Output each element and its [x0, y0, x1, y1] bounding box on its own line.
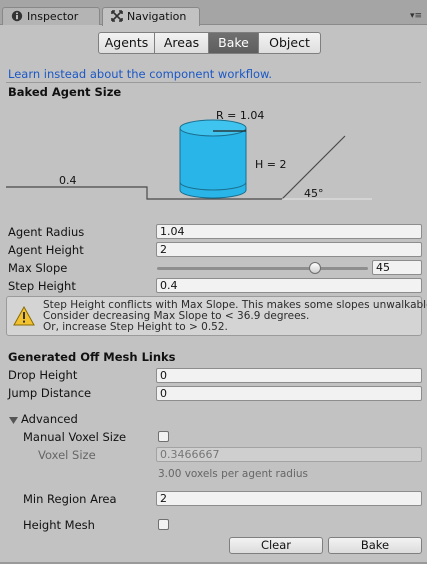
slope-label: 45° [304, 187, 324, 200]
step-height-label: 0.4 [59, 174, 77, 187]
mode-agents[interactable]: Agents [98, 32, 155, 54]
max-slope-field[interactable]: 45 [372, 260, 422, 275]
agent-size-diagram: R = 1.04 H = 2 0.4 45° [6, 109, 372, 200]
agent-height-label: Agent Height [8, 243, 84, 257]
warning-icon [13, 306, 35, 326]
info-icon [11, 10, 23, 22]
max-slope-slider-track[interactable] [157, 267, 368, 270]
tab-navigation[interactable]: Navigation [102, 7, 200, 26]
voxel-hint: 3.00 voxels per agent radius [158, 468, 309, 480]
min-region-area-field[interactable]: 2 [156, 491, 422, 506]
step-height-field-label: Step Height [8, 279, 76, 293]
advanced-foldout-arrow-icon[interactable] [9, 416, 18, 425]
jump-distance-field[interactable]: 0 [156, 386, 422, 401]
max-slope-slider-thumb[interactable] [309, 262, 322, 274]
baked-agent-size-heading: Baked Agent Size [8, 85, 122, 99]
tab-inspector[interactable]: Inspector [2, 7, 100, 25]
max-slope-label: Max Slope [8, 261, 68, 275]
radius-label: R = 1.04 [216, 109, 264, 122]
drop-height-label: Drop Height [8, 368, 78, 382]
manual-voxel-size-checkbox[interactable] [158, 431, 169, 442]
agent-cylinder [179, 119, 247, 199]
manual-voxel-size-label: Manual Voxel Size [23, 430, 127, 444]
slope-warning-box: Step Height conflicts with Max Slope. Th… [6, 296, 427, 336]
min-region-area-label: Min Region Area [23, 492, 117, 506]
bake-button[interactable]: Bake [328, 537, 422, 554]
tab-inspector-label: Inspector [27, 10, 79, 23]
agent-radius-field[interactable]: 1.04 [156, 224, 422, 239]
mode-bake[interactable]: Bake [209, 32, 259, 54]
height-mesh-label: Height Mesh [23, 518, 95, 532]
warning-line-3: Or, increase Step Height to > 0.52. [43, 321, 228, 333]
window-tab-bar: Inspector Navigation ▾≡ [0, 0, 427, 26]
warning-text: Step Height conflicts with Max Slope. Th… [43, 300, 427, 333]
advanced-foldout-label[interactable]: Advanced [21, 412, 78, 426]
divider [6, 82, 421, 83]
voxel-size-field: 0.3466667 [156, 447, 422, 462]
step-height-field[interactable]: 0.4 [156, 278, 422, 293]
height-label: H = 2 [255, 158, 286, 171]
tab-menu-icon[interactable]: ▾≡ [410, 11, 422, 21]
voxel-size-label: Voxel Size [38, 448, 96, 462]
tab-navigation-label: Navigation [127, 10, 187, 23]
drop-height-field[interactable]: 0 [156, 368, 422, 383]
component-workflow-link[interactable]: Learn instead about the component workfl… [8, 67, 272, 81]
navigation-icon [111, 10, 123, 22]
mode-toolbar: Agents Areas Bake Object [98, 32, 321, 54]
off-mesh-links-heading: Generated Off Mesh Links [8, 350, 176, 364]
agent-radius-label: Agent Radius [8, 225, 85, 239]
agent-height-field[interactable]: 2 [156, 242, 422, 257]
mode-object[interactable]: Object [259, 32, 321, 54]
mode-areas[interactable]: Areas [155, 32, 209, 54]
jump-distance-label: Jump Distance [8, 386, 92, 400]
clear-button[interactable]: Clear [229, 537, 323, 554]
height-mesh-checkbox[interactable] [158, 519, 169, 530]
